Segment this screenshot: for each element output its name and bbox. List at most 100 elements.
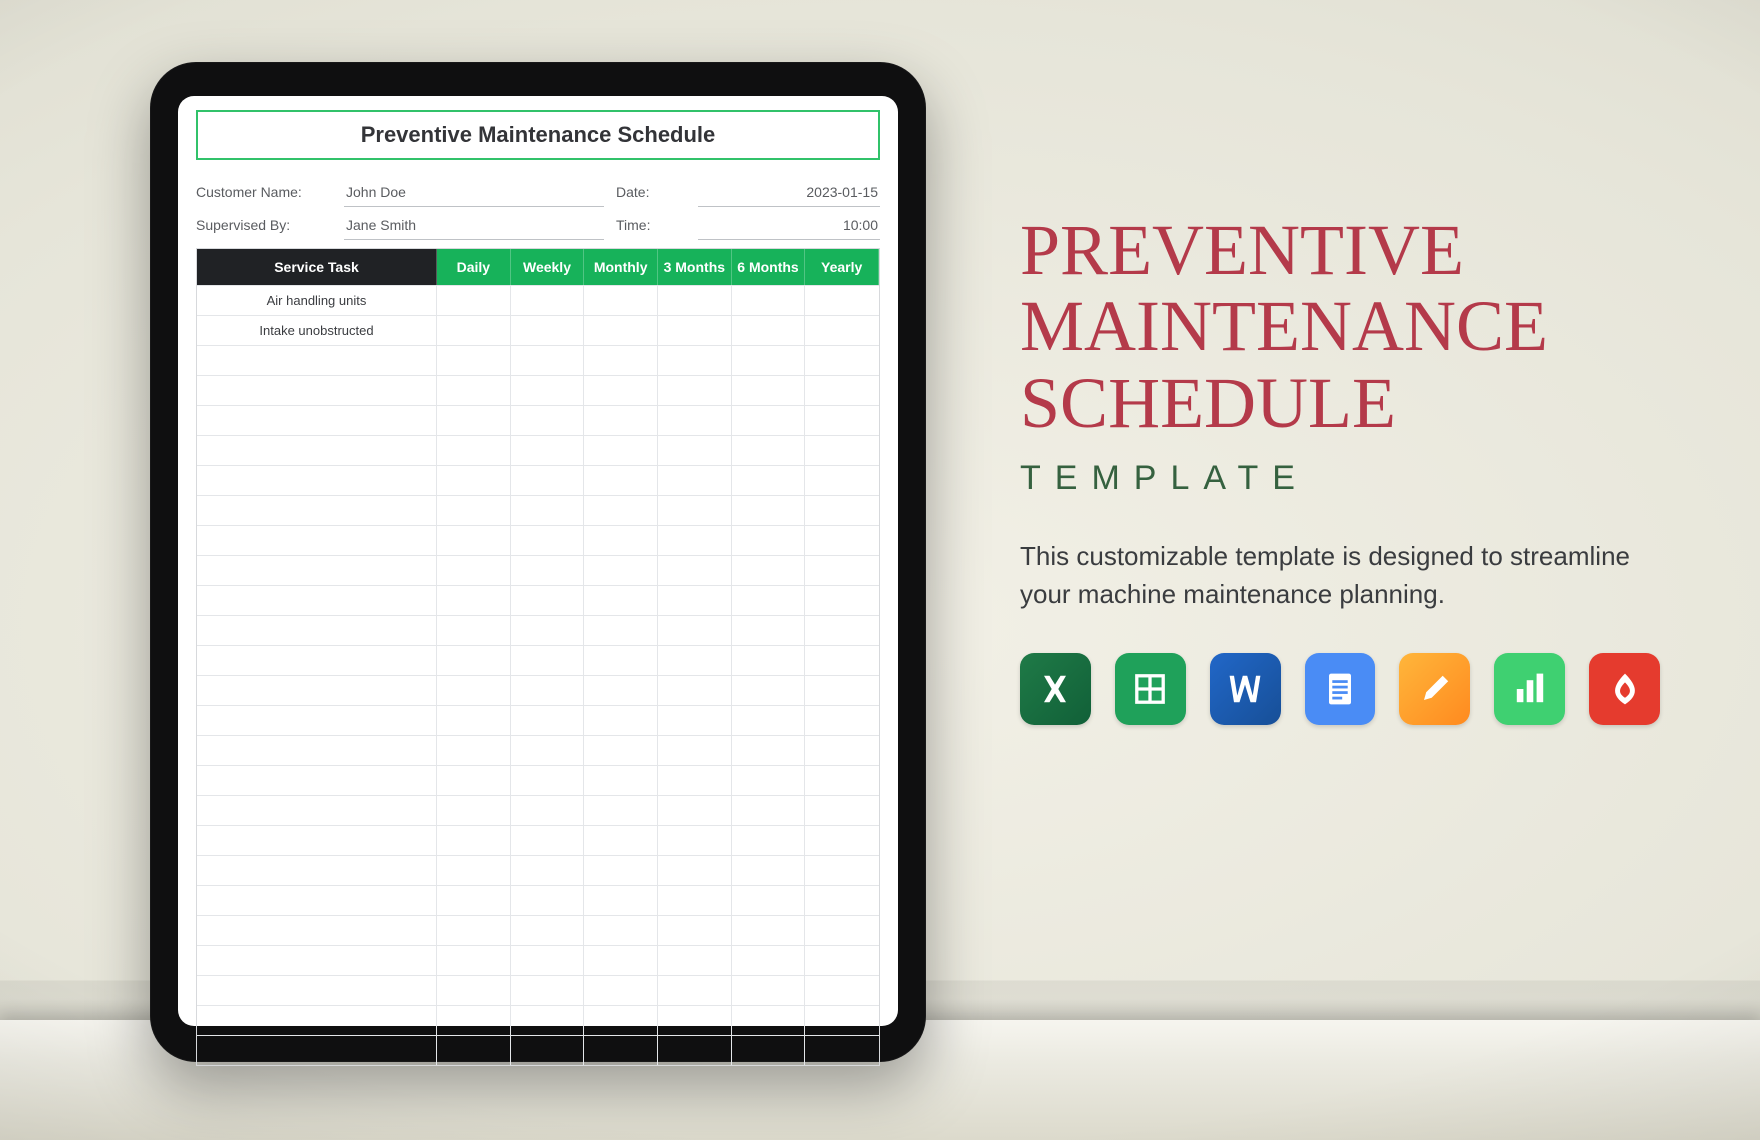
supervisor-value: Jane Smith — [344, 211, 604, 240]
cell-task: Air handling units — [197, 285, 437, 315]
cell-period — [732, 285, 806, 315]
cell-period — [584, 675, 658, 705]
table-row — [197, 885, 879, 915]
cell-period — [437, 345, 511, 375]
cell-period — [732, 975, 806, 1005]
cell-period — [584, 525, 658, 555]
excel-icon[interactable] — [1020, 653, 1091, 725]
cell-period — [732, 705, 806, 735]
cell-period — [437, 795, 511, 825]
cell-task — [197, 675, 437, 705]
pdf-icon[interactable] — [1589, 653, 1660, 725]
cell-task — [197, 435, 437, 465]
cell-period — [805, 765, 879, 795]
cell-period — [511, 675, 585, 705]
cell-period — [511, 345, 585, 375]
cell-period — [584, 975, 658, 1005]
cell-period — [437, 915, 511, 945]
cell-period — [584, 285, 658, 315]
cell-period — [658, 375, 732, 405]
cell-period — [584, 885, 658, 915]
cell-period — [805, 1035, 879, 1065]
table-row — [197, 495, 879, 525]
cell-period — [437, 825, 511, 855]
cell-task — [197, 825, 437, 855]
cell-period — [511, 1035, 585, 1065]
cell-period — [511, 915, 585, 945]
google-sheets-icon[interactable] — [1115, 653, 1186, 725]
cell-period — [511, 615, 585, 645]
cell-task — [197, 765, 437, 795]
cell-period — [805, 705, 879, 735]
cell-period — [584, 465, 658, 495]
cell-period — [658, 945, 732, 975]
cell-task — [197, 1035, 437, 1065]
cell-period — [732, 855, 806, 885]
cell-period — [732, 795, 806, 825]
table-row — [197, 945, 879, 975]
cell-task — [197, 705, 437, 735]
cell-period — [437, 615, 511, 645]
cell-period — [732, 645, 806, 675]
schedule-table: Service Task Daily Weekly Monthly 3 Mont… — [196, 248, 880, 1066]
table-body: Air handling unitsIntake unobstructed — [197, 285, 879, 1065]
table-row — [197, 525, 879, 555]
pages-icon[interactable] — [1399, 653, 1470, 725]
cell-period — [732, 945, 806, 975]
cell-period — [658, 405, 732, 435]
cell-period — [437, 555, 511, 585]
cell-period — [584, 705, 658, 735]
cell-period — [437, 285, 511, 315]
cell-period — [805, 435, 879, 465]
cell-period — [584, 915, 658, 945]
cell-period — [658, 555, 732, 585]
cell-period — [658, 705, 732, 735]
col-yearly: Yearly — [805, 249, 879, 285]
cell-period — [437, 495, 511, 525]
cell-period — [658, 435, 732, 465]
cell-period — [805, 405, 879, 435]
table-row — [197, 705, 879, 735]
table-header: Service Task Daily Weekly Monthly 3 Mont… — [197, 249, 879, 285]
document-title: Preventive Maintenance Schedule — [196, 110, 880, 160]
cell-period — [584, 735, 658, 765]
cell-task — [197, 645, 437, 675]
cell-period — [584, 825, 658, 855]
cell-period — [732, 765, 806, 795]
cell-period — [658, 1005, 732, 1035]
tablet-screen: Preventive Maintenance Schedule Customer… — [178, 96, 898, 1026]
col-6months: 6 Months — [732, 249, 806, 285]
cell-period — [584, 615, 658, 645]
col-service-task: Service Task — [197, 249, 437, 285]
cell-period — [511, 645, 585, 675]
cell-period — [805, 885, 879, 915]
word-icon[interactable] — [1210, 653, 1281, 725]
google-docs-icon[interactable] — [1305, 653, 1376, 725]
cell-task — [197, 615, 437, 645]
cell-period — [437, 675, 511, 705]
cell-period — [437, 855, 511, 885]
cell-period — [584, 795, 658, 825]
cell-period — [584, 375, 658, 405]
numbers-icon[interactable] — [1494, 653, 1565, 725]
cell-period — [437, 435, 511, 465]
cell-period — [732, 405, 806, 435]
cell-task — [197, 495, 437, 525]
promo-description: This customizable template is designed t… — [1020, 538, 1630, 613]
cell-task — [197, 465, 437, 495]
table-row — [197, 645, 879, 675]
cell-period — [732, 885, 806, 915]
cell-period — [805, 975, 879, 1005]
table-row — [197, 555, 879, 585]
cell-period — [511, 315, 585, 345]
date-label: Date: — [616, 178, 686, 207]
cell-period — [658, 345, 732, 375]
table-row — [197, 465, 879, 495]
cell-period — [584, 345, 658, 375]
cell-period — [732, 675, 806, 705]
cell-period — [658, 825, 732, 855]
cell-period — [437, 945, 511, 975]
table-row — [197, 765, 879, 795]
cell-period — [658, 465, 732, 495]
cell-period — [437, 975, 511, 1005]
